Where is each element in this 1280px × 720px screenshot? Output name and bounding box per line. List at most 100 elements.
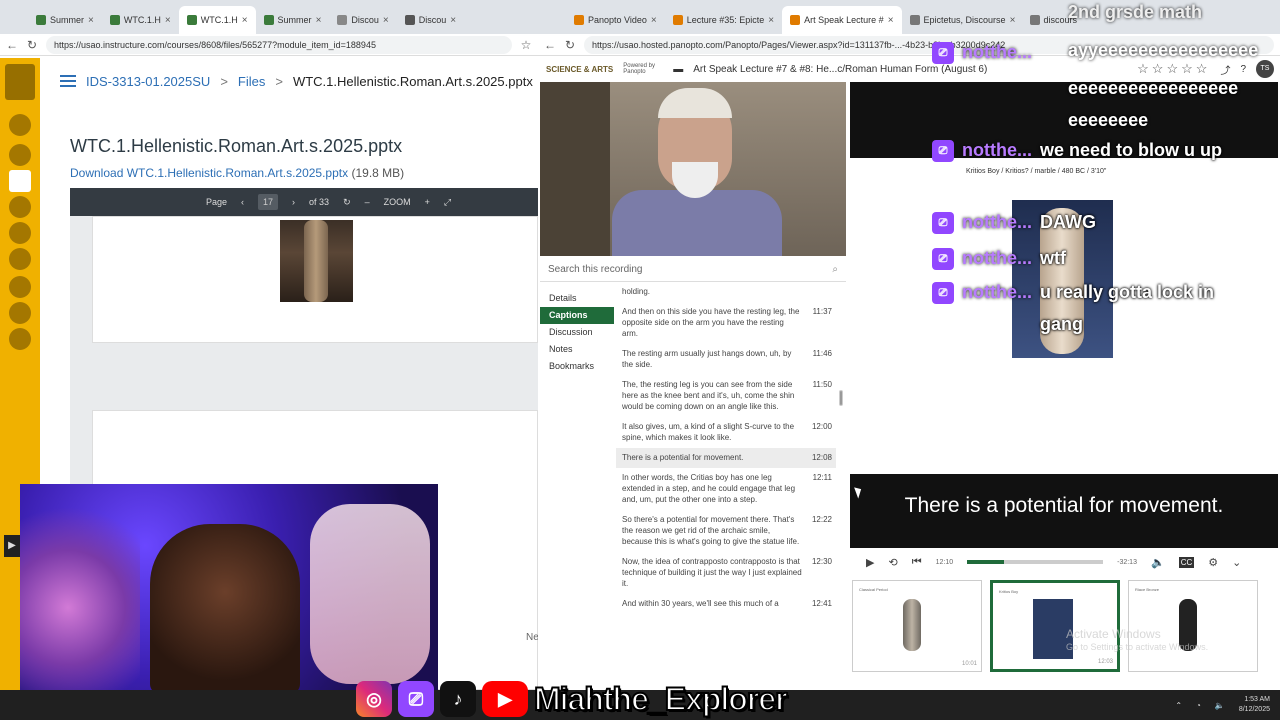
caption-row[interactable]: It also gives, um, a kind of a slight S-…: [616, 417, 836, 448]
account-icon[interactable]: [9, 114, 31, 136]
folder-icon[interactable]: ▬: [673, 64, 683, 75]
caption-row[interactable]: In other words, the Critias boy has one …: [616, 468, 836, 510]
slide-thumbnail-selected[interactable]: Kritios Boy 12:03: [990, 580, 1120, 672]
chevron-down-icon[interactable]: ⌄: [1232, 556, 1241, 569]
caption-time: 11:46: [812, 349, 832, 358]
slide-thumbnail[interactable]: Riace Bronze: [1128, 580, 1258, 672]
back-icon[interactable]: ←: [6, 38, 18, 52]
tab-active[interactable]: WTC.1.H ×: [178, 6, 256, 34]
caption-text: holding.: [622, 287, 651, 296]
play-icon[interactable]: ▶: [866, 556, 874, 569]
tab-bookmarks[interactable]: Bookmarks: [540, 358, 614, 375]
history-icon[interactable]: [9, 276, 31, 298]
taskbar-clock[interactable]: 1:53 AM 8/12/2025: [1239, 695, 1270, 715]
caption-row[interactable]: And then on this side you have the resti…: [616, 302, 836, 344]
caption-row[interactable]: Now, the idea of contrapposto contrappos…: [616, 552, 836, 594]
tab[interactable]: Panopto Video ×: [566, 6, 665, 34]
close-icon[interactable]: ×: [1010, 15, 1016, 26]
tab-notes[interactable]: Notes: [540, 341, 614, 358]
close-icon[interactable]: ×: [165, 15, 171, 26]
seek-bar[interactable]: [967, 560, 1104, 564]
caption-row[interactable]: And within 30 years, we'll see this much…: [616, 594, 836, 614]
caption-text: It also gives, um, a kind of a slight S-…: [622, 422, 795, 442]
captions-scrollbar[interactable]: [838, 286, 844, 686]
tab-label: Discou: [351, 15, 379, 25]
slide-thumbnail[interactable]: Classical Period 10:01: [852, 580, 982, 672]
zoom-out-icon[interactable]: –: [365, 197, 370, 207]
tab[interactable]: Discou ×: [329, 6, 396, 34]
tab[interactable]: Epictetus, Discourse ×: [902, 6, 1022, 34]
side-panel-toggle[interactable]: ▶: [4, 535, 20, 557]
skip-back-icon[interactable]: ⏮: [912, 556, 922, 569]
close-icon[interactable]: ×: [888, 15, 894, 26]
canvas-logo-icon[interactable]: [5, 64, 35, 100]
tab[interactable]: WTC.1.H ×: [102, 6, 179, 34]
tab[interactable]: Lecture #35: Epicte ×: [665, 6, 782, 34]
tab[interactable]: Discou ×: [397, 6, 464, 34]
search-icon[interactable]: ⌕: [832, 264, 838, 275]
next-button[interactable]: Ne: [526, 632, 538, 643]
caption-row[interactable]: The resting arm usually just hangs down,…: [616, 344, 836, 375]
scroll-thumb[interactable]: [839, 390, 843, 406]
studio-icon[interactable]: [9, 302, 31, 324]
lecturer-video[interactable]: [540, 82, 846, 256]
url-field[interactable]: https://usao.instructure.com/courses/860…: [46, 35, 512, 54]
inbox-icon[interactable]: [9, 248, 31, 270]
chevron-up-icon[interactable]: ⌃: [1175, 701, 1182, 710]
next-page-icon[interactable]: ›: [292, 197, 295, 207]
reload-icon[interactable]: ↻: [564, 38, 576, 52]
fullscreen-icon[interactable]: ⤢: [444, 197, 451, 208]
caption-time: 11:37: [812, 307, 832, 316]
help-icon[interactable]: [9, 328, 31, 350]
captions-list[interactable]: holding. And then on this side you have …: [616, 282, 836, 690]
rewind-icon[interactable]: ⟲: [888, 556, 897, 569]
settings-icon[interactable]: ⚙: [1208, 556, 1218, 569]
caption-text: And within 30 years, we'll see this much…: [622, 599, 779, 608]
caption-row[interactable]: holding.: [616, 282, 836, 302]
breadcrumb-files[interactable]: Files: [238, 74, 265, 89]
breadcrumb-course[interactable]: IDS-3313-01.2025SU: [86, 74, 210, 89]
tab-active[interactable]: Art Speak Lecture # ×: [782, 6, 902, 34]
volume-icon[interactable]: 🔈: [1151, 556, 1165, 569]
close-icon[interactable]: ×: [651, 15, 657, 26]
cc-icon[interactable]: CC: [1178, 556, 1195, 568]
search-input[interactable]: Search this recording ⌕: [540, 258, 846, 282]
close-icon[interactable]: ×: [450, 15, 456, 26]
zoom-label: ZOOM: [383, 197, 411, 207]
tab-discussion[interactable]: Discussion: [540, 324, 614, 341]
wifi-icon[interactable]: ◔: [1196, 701, 1201, 710]
tab-details[interactable]: Details: [540, 290, 614, 307]
stream-topic-text: 2nd grsde math: [1068, 2, 1203, 22]
back-icon[interactable]: ←: [544, 38, 556, 52]
rotate-icon[interactable]: ↻: [343, 197, 351, 208]
page-number-input[interactable]: 17: [258, 194, 279, 210]
tab-favicon-icon: [263, 15, 274, 25]
courses-icon[interactable]: [9, 170, 31, 192]
dashboard-icon[interactable]: [9, 144, 31, 166]
tab-label: Art Speak Lecture #: [804, 15, 884, 25]
tab-captions[interactable]: Captions: [540, 307, 614, 324]
download-link[interactable]: Download WTC.1.Hellenistic.Roman.Art.s.2…: [70, 166, 348, 180]
close-icon[interactable]: ×: [242, 15, 248, 26]
zoom-in-icon[interactable]: +: [425, 197, 430, 207]
reload-icon[interactable]: ↻: [26, 38, 38, 52]
close-icon[interactable]: ×: [768, 15, 774, 26]
caption-row[interactable]: The, the resting leg is you can see from…: [616, 375, 836, 417]
menu-icon[interactable]: [60, 75, 76, 87]
calendar-icon[interactable]: [9, 222, 31, 244]
close-icon[interactable]: ×: [316, 15, 322, 26]
caption-row[interactable]: So there's a potential for movement ther…: [616, 510, 836, 552]
prev-page-icon[interactable]: ‹: [241, 197, 244, 207]
caption-time: 12:22: [811, 515, 832, 524]
groups-icon[interactable]: [9, 196, 31, 218]
chat-text: eeeeeeeeeeeeeeeee eeeeeeee: [1068, 78, 1239, 130]
tab-favicon-icon: [404, 15, 415, 25]
volume-icon[interactable]: 🔈: [1215, 701, 1225, 710]
tab[interactable]: Summer ×: [28, 6, 102, 34]
caption-row-current[interactable]: There is a potential for movement. 12:08: [616, 448, 836, 468]
star-icon[interactable]: ☆: [520, 38, 532, 52]
close-icon[interactable]: ×: [88, 15, 94, 26]
tab-label: Lecture #35: Epicte: [686, 15, 765, 25]
tab[interactable]: Summer ×: [256, 6, 330, 34]
close-icon[interactable]: ×: [383, 15, 389, 26]
